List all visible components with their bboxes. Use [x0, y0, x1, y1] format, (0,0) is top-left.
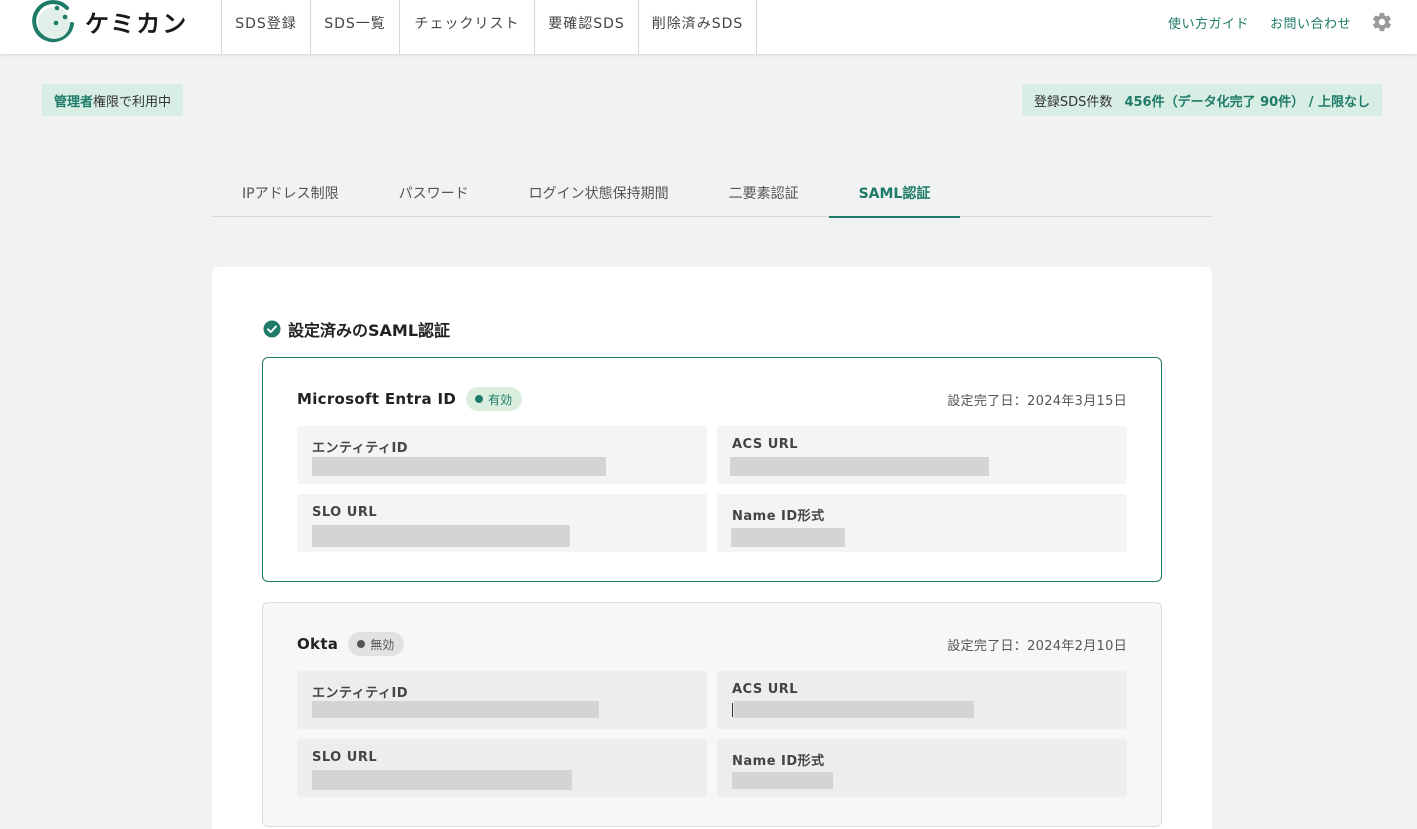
- status-badge: 有効: [466, 387, 523, 411]
- status-badge: 無効: [348, 632, 405, 656]
- tab-password[interactable]: パスワード: [369, 168, 499, 217]
- admin-role-text: 権限で利用中: [93, 94, 172, 110]
- card-header: Microsoft Entra ID 有効 設定完了日：2024年3月15日: [297, 386, 1127, 412]
- tab-saml[interactable]: SAML認証: [828, 168, 961, 218]
- sds-count-badge: 登録SDS件数 456件（データ化完了 90件） / 上限なし: [1021, 84, 1382, 116]
- acs-url-field: ACS URL: [717, 426, 1127, 484]
- nav-sds-register[interactable]: SDS登録: [221, 0, 310, 54]
- saml-config-card-entra[interactable]: Microsoft Entra ID 有効 設定完了日：2024年3月15日 エ…: [262, 357, 1162, 582]
- logo-mark-icon: [32, 0, 74, 43]
- logo[interactable]: ケミカン: [31, 0, 188, 46]
- sds-count-label: 登録SDS件数: [1033, 94, 1113, 110]
- gear-icon[interactable]: [1371, 11, 1393, 33]
- status-text: 無効: [370, 637, 395, 652]
- card-header: Okta 無効 設定完了日：2024年2月10日: [297, 631, 1127, 657]
- status-dot-icon: [357, 640, 366, 648]
- redacted-value: [730, 457, 989, 476]
- redacted-value: [312, 525, 570, 547]
- field-label: ACS URL: [732, 437, 799, 452]
- field-label: エンティティID: [312, 441, 409, 456]
- admin-role-badge: 管理者 権限で利用中: [42, 84, 184, 116]
- status-dot-icon: [475, 395, 484, 403]
- completion-date: 設定完了日：2024年2月10日: [947, 638, 1127, 654]
- nav-sds-list[interactable]: SDS一覧: [310, 0, 399, 54]
- text-caret: [732, 703, 733, 717]
- provider-name: Microsoft Entra ID: [297, 390, 457, 408]
- acs-url-field: ACS URL: [717, 671, 1127, 729]
- header-links: 使い方ガイド お問い合わせ: [1147, 0, 1393, 44]
- completion-date: 設定完了日：2024年3月15日: [947, 393, 1127, 409]
- nav-deleted-sds[interactable]: 削除済みSDS: [638, 0, 757, 54]
- admin-role-strong: 管理者: [54, 94, 94, 110]
- field-label: SLO URL: [312, 505, 378, 520]
- name-id-format-field: Name ID形式: [717, 494, 1127, 552]
- field-label: Name ID形式: [732, 509, 825, 524]
- contact-link[interactable]: お問い合わせ: [1270, 13, 1351, 32]
- main-nav: SDS登録 SDS一覧 チェックリスト 要確認SDS 削除済みSDS: [221, 0, 757, 54]
- sds-count-value: 456件（データ化完了 90件） / 上限なし: [1124, 94, 1370, 110]
- redacted-value: [734, 701, 974, 718]
- tab-two-factor[interactable]: 二要素認証: [699, 168, 829, 217]
- redacted-value: [732, 772, 833, 789]
- redacted-value: [312, 770, 572, 790]
- status-text: 有効: [488, 392, 513, 407]
- field-label: Name ID形式: [732, 754, 825, 769]
- slo-url-field: SLO URL: [297, 739, 707, 797]
- tab-login-retention[interactable]: ログイン状態保持期間: [499, 168, 699, 217]
- nav-checklist[interactable]: チェックリスト: [399, 0, 534, 54]
- name-id-format-field: Name ID形式: [717, 739, 1127, 797]
- provider-name: Okta: [297, 635, 339, 653]
- entity-id-field: エンティティID: [297, 671, 707, 729]
- tab-ip-restriction[interactable]: IPアドレス制限: [212, 168, 369, 217]
- field-label: SLO URL: [312, 750, 378, 765]
- nav-review-sds[interactable]: 要確認SDS: [534, 0, 638, 54]
- guide-link[interactable]: 使い方ガイド: [1168, 13, 1249, 32]
- security-tabs: IPアドレス制限 パスワード ログイン状態保持期間 二要素認証 SAML認証: [212, 168, 1212, 218]
- redacted-value: [312, 457, 606, 476]
- entity-id-field: エンティティID: [297, 426, 707, 484]
- app-header: ケミカン SDS登録 SDS一覧 チェックリスト 要確認SDS 削除済みSDS …: [0, 0, 1417, 54]
- slo-url-field: SLO URL: [297, 494, 707, 552]
- saml-panel: 設定済みのSAML認証 Microsoft Entra ID 有効 設定完了日：…: [212, 267, 1212, 829]
- saml-config-card-okta[interactable]: Okta 無効 設定完了日：2024年2月10日 エンティティID ACS UR…: [262, 602, 1162, 827]
- logo-text: ケミカン: [85, 9, 189, 38]
- section-title-text: 設定済みのSAML認証: [288, 321, 451, 340]
- section-title: 設定済みのSAML認証: [263, 317, 450, 341]
- field-label: ACS URL: [732, 682, 799, 697]
- redacted-value: [312, 701, 599, 718]
- field-label: エンティティID: [312, 686, 409, 701]
- redacted-value: [731, 528, 845, 547]
- check-circle-icon: [263, 320, 281, 338]
